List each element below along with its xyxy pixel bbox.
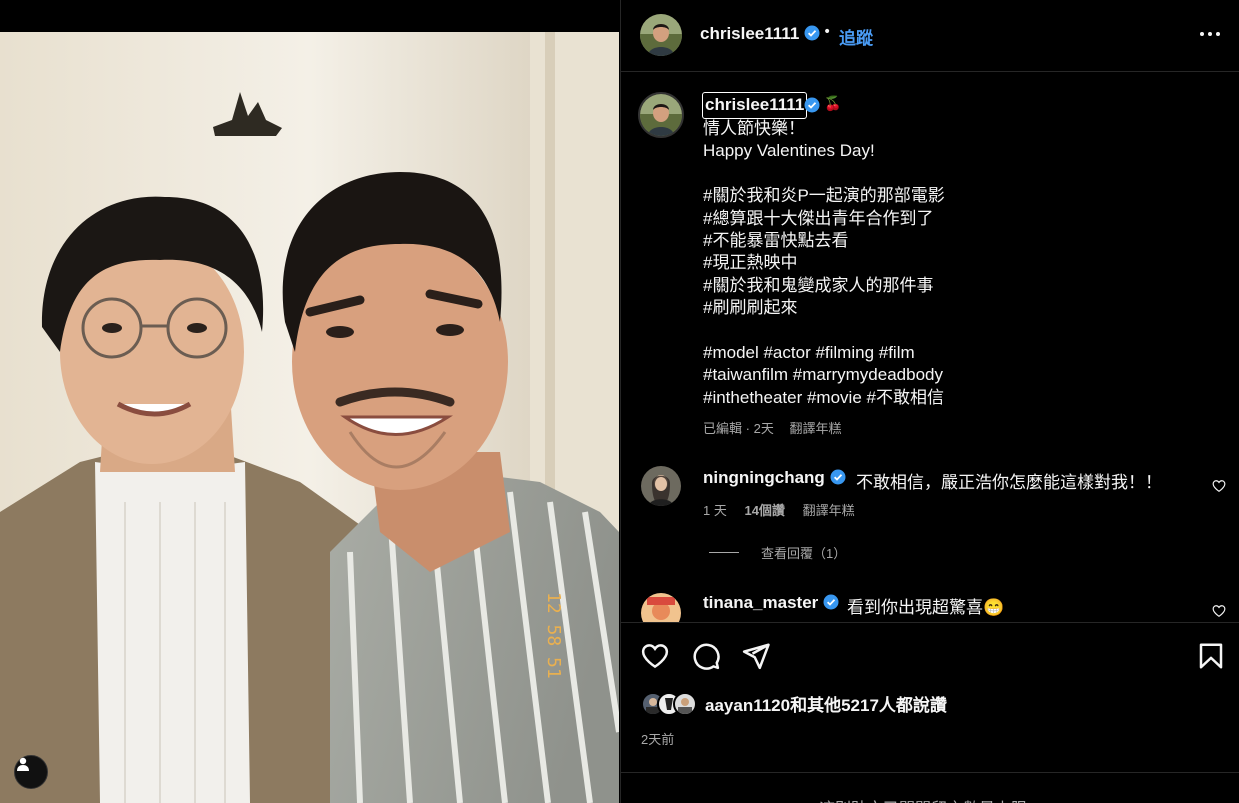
user-tag-icon bbox=[17, 757, 29, 771]
comment-username-text[interactable]: tinana_master bbox=[703, 593, 818, 612]
comment-text: 不敢相信，嚴正浩你怎麼能這樣對我！！ bbox=[856, 473, 1162, 492]
likes-count-text[interactable]: aayan1120和其他5217人都說讚 bbox=[705, 691, 947, 716]
post-actions: aayan1120和其他5217人都說讚 2天前 bbox=[621, 622, 1239, 772]
verified-badge-icon bbox=[830, 469, 846, 485]
author-username-text[interactable]: chrislee1111 bbox=[700, 24, 799, 43]
comment-limit-bar: 這則貼文已關閉留言數量上限 bbox=[621, 772, 1239, 803]
caption-username[interactable]: chrislee1111 bbox=[705, 93, 804, 117]
comment-username[interactable]: tinana_master bbox=[703, 593, 839, 613]
liker-avatar bbox=[673, 691, 697, 716]
tag-people-button[interactable] bbox=[14, 755, 48, 789]
photo-pane: 12 58 51 bbox=[0, 0, 619, 803]
post-header: chrislee1111 • 追蹤 bbox=[621, 0, 1239, 72]
verified-badge-icon bbox=[804, 97, 820, 113]
post-timestamp[interactable]: 2天前 bbox=[641, 729, 674, 748]
view-replies-label[interactable]: 查看回覆（1） bbox=[761, 543, 846, 562]
comment-icon[interactable] bbox=[691, 641, 721, 671]
comment-meta: 1 天 14個讚 翻譯年糕 bbox=[703, 500, 855, 519]
caption-avatar-image bbox=[640, 94, 682, 136]
author-avatar[interactable] bbox=[640, 14, 682, 56]
verified-badge-icon bbox=[823, 594, 839, 610]
author-avatar-image bbox=[640, 14, 682, 56]
caption-meta: 已編輯 · 2天 翻譯年糕 bbox=[703, 418, 841, 437]
commenter-avatar[interactable] bbox=[641, 593, 681, 622]
comment-like-heart-icon[interactable] bbox=[1212, 604, 1226, 618]
comment-likes[interactable]: 14個讚 bbox=[744, 503, 784, 518]
caption-text: 情人節快樂！ Happy Valentines Day! #關於我和炎P一起演的… bbox=[703, 119, 945, 407]
caption-emoji: 🍒 bbox=[824, 96, 842, 112]
commenter-avatar-image bbox=[641, 466, 681, 506]
comment-age[interactable]: 1 天 bbox=[703, 503, 727, 518]
caption-username-focus[interactable]: chrislee1111 bbox=[702, 92, 808, 119]
commenter-avatar[interactable] bbox=[641, 466, 681, 506]
post-photo[interactable]: 12 58 51 bbox=[0, 32, 619, 803]
comment-text: 看到你出現超驚喜😁 bbox=[847, 598, 1005, 617]
meta-dot: · bbox=[745, 421, 750, 436]
header-separator: • bbox=[823, 24, 832, 40]
verified-badge-icon bbox=[804, 25, 820, 41]
more-options-icon[interactable] bbox=[1200, 24, 1220, 44]
send-icon[interactable] bbox=[741, 641, 771, 671]
caption-age[interactable]: 2天 bbox=[754, 421, 774, 436]
commenter-avatar-image bbox=[641, 593, 681, 622]
caption-avatar[interactable] bbox=[638, 92, 684, 138]
translate-button[interactable]: 翻譯年糕 bbox=[789, 421, 841, 436]
heart-icon[interactable] bbox=[640, 641, 670, 671]
comment-username-text[interactable]: ningningchang bbox=[703, 468, 825, 487]
replies-line bbox=[709, 552, 739, 553]
follow-button[interactable]: 追蹤 bbox=[839, 24, 873, 49]
post-sidebar: chrislee1111 • 追蹤 chrislee1111 🍒 情人節快樂！ … bbox=[620, 0, 1239, 803]
bookmark-icon[interactable] bbox=[1196, 641, 1226, 671]
likes-summary[interactable]: aayan1120和其他5217人都說讚 bbox=[641, 691, 947, 716]
comment-limit-notice: 這則貼文已關閉留言數量上限 bbox=[819, 795, 1027, 803]
comment-translate-button[interactable]: 翻譯年糕 bbox=[803, 503, 855, 518]
author-username[interactable]: chrislee1111 bbox=[700, 24, 820, 44]
svg-text:12 58 51: 12 58 51 bbox=[543, 592, 564, 679]
comment-row-clipped: tinana_master 看到你出現超驚喜😁 bbox=[621, 585, 1239, 622]
view-replies-button[interactable]: 查看回覆（1） bbox=[709, 543, 846, 562]
comment-username[interactable]: ningningchang bbox=[703, 468, 846, 488]
edited-label: 已編輯 bbox=[703, 421, 743, 436]
post-photo-illustration: 12 58 51 bbox=[0, 32, 619, 803]
comment-like-heart-icon[interactable] bbox=[1212, 479, 1226, 493]
